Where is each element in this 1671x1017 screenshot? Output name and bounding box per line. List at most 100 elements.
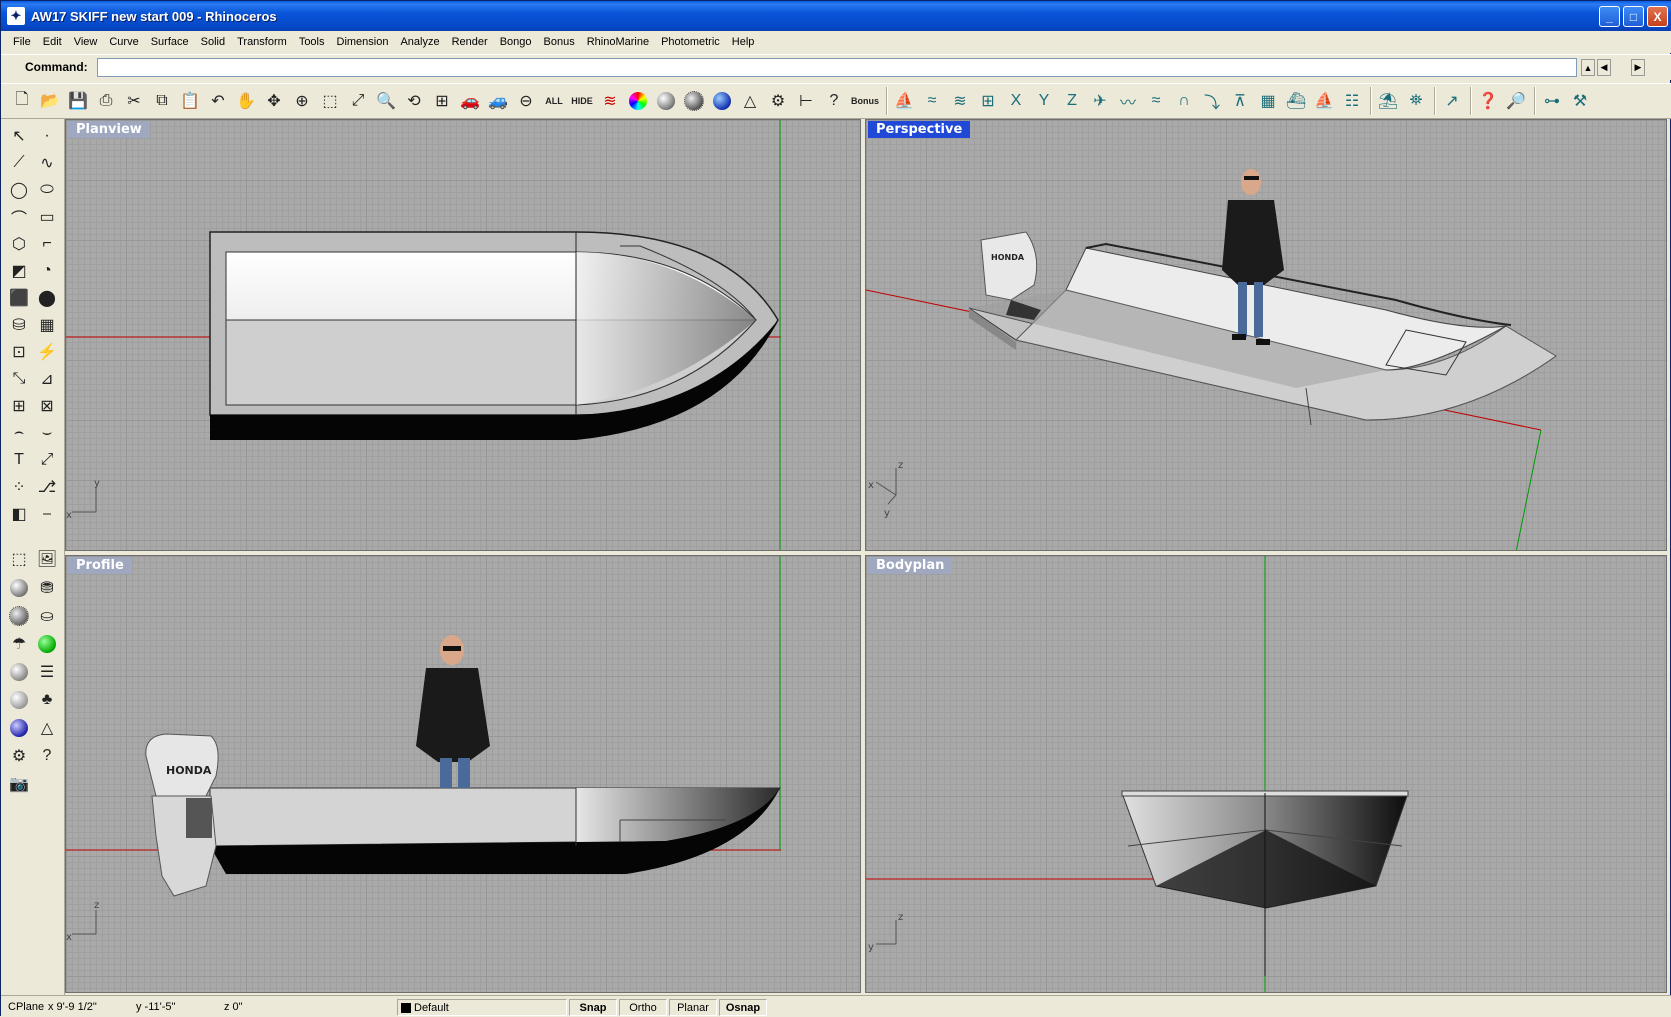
rhinomarine-stability-icon[interactable]: ⛴ [1283,88,1309,114]
fillet-icon[interactable]: ⌢ [5,420,33,446]
photometric-light-icon[interactable]: ⛱ [1375,88,1401,114]
rendered-car-icon[interactable]: 🚙 [485,88,511,114]
ground-plane-icon[interactable]: ⛀ [33,603,61,629]
transform-icon[interactable]: ⤡ [5,366,33,392]
menu-transform[interactable]: Transform [231,31,293,53]
rhinomarine-y-axis-icon[interactable]: Y [1031,88,1057,114]
menu-curve[interactable]: Curve [103,31,144,53]
help-icon[interactable]: ❓ [1475,88,1501,114]
command-input[interactable] [97,58,1577,77]
menu-edit[interactable]: Edit [37,31,68,53]
menu-rhinomarine[interactable]: RhinoMarine [581,31,655,53]
select-arrow-icon[interactable]: ↖ [5,123,33,149]
minimize-button[interactable]: _ [1599,6,1620,27]
maximize-button[interactable]: □ [1623,6,1644,27]
select-icon[interactable]: ⊖ [513,88,539,114]
move-icon[interactable]: ⊿ [33,366,61,392]
ortho-toggle[interactable]: Ortho [619,999,667,1016]
rhinomarine-waterlines-icon[interactable]: ≋ [947,88,973,114]
snap-icon[interactable]: ⤢ [33,447,61,473]
rhinomarine-arch-icon[interactable]: ∩ [1171,88,1197,114]
environment-sphere-icon[interactable] [681,88,707,114]
spotlight-icon[interactable]: ☂ [5,631,33,657]
scale-icon[interactable]: ⊞ [5,393,33,419]
zoom-selected-icon[interactable]: 🔍 [373,88,399,114]
planview-viewport[interactable]: Planview x y [65,119,861,551]
command-history-right-icon[interactable]: ▶ [1631,59,1645,76]
menu-tools[interactable]: Tools [293,31,331,53]
ruler-icon[interactable]: ⎯ [33,501,61,527]
paste-icon[interactable]: 📋 [177,88,203,114]
split-icon[interactable]: ⎇ [33,474,61,500]
zoom-extents-icon[interactable]: ⤢ [345,88,371,114]
rhino-app-icon[interactable]: ✦ [7,7,25,25]
rhinomarine-scale-icon[interactable]: ⊼ [1227,88,1253,114]
arc-icon[interactable]: ⌒ [5,204,33,230]
color-wheel-icon[interactable] [625,88,651,114]
new-file-icon[interactable]: 🗋 [9,88,35,114]
menu-dimension[interactable]: Dimension [331,31,395,53]
menu-bongo[interactable]: Bongo [494,31,538,53]
hull-profile[interactable] [209,787,781,874]
osnap-toggle[interactable]: Osnap [719,999,767,1016]
profile-title[interactable]: Profile [68,557,132,574]
undo-view-icon[interactable]: ⟲ [401,88,427,114]
shaded-car-icon[interactable]: 🚗 [457,88,483,114]
menu-file[interactable]: File [7,31,37,53]
plugin-tree-icon[interactable]: ⊶ [1539,88,1565,114]
menu-surface[interactable]: Surface [145,31,195,53]
sun-horizon-icon[interactable]: ☰ [33,659,61,685]
save-icon[interactable]: 💾 [65,88,91,114]
camera-icon[interactable]: 📷 [5,771,33,797]
command-scroll-up-icon[interactable]: ▲ [1581,59,1595,76]
rotate-view-icon[interactable]: ✥ [261,88,287,114]
profile-viewport[interactable]: Profile HONDA x z [65,555,861,993]
rhinomarine-trim-icon[interactable]: ⤵ [1199,88,1225,114]
point-icon[interactable]: · [33,123,61,149]
fillet-curve-icon[interactable]: ⌐ [33,231,61,257]
boolean-icon[interactable]: ⬤ [33,285,61,311]
layout-icon[interactable]: ◧ [5,501,33,527]
help-tip-icon[interactable]: ? [821,88,847,114]
mesh-icon[interactable]: ⛁ [5,312,33,338]
circle-icon[interactable]: ◯ [5,177,33,203]
four-viewports-icon[interactable]: ⊞ [429,88,455,114]
plugin-tools-icon[interactable]: ⚒ [1567,88,1593,114]
dimension-tool-icon[interactable]: ⊡ [5,339,33,365]
render-save-icon[interactable]: ⛃ [33,575,61,601]
hide-button[interactable]: HIDE [569,88,595,114]
directional-light-icon[interactable] [5,687,33,713]
zoom-icon[interactable]: ⊕ [289,88,315,114]
copy-icon[interactable]: ⧉ [149,88,175,114]
group-icon[interactable]: ⁘ [5,474,33,500]
array-icon[interactable]: ⊠ [33,393,61,419]
rhinomarine-z-axis-icon[interactable]: Z [1059,88,1085,114]
perspective-viewport[interactable]: Perspective HONDA x z y [865,119,1667,551]
purple-sphere-icon[interactable] [5,715,33,741]
dimension-icon[interactable]: ⊢ [793,88,819,114]
rhinomarine-hull-icon[interactable]: ⛵ [891,88,917,114]
render-image-icon[interactable]: 🖼 [33,546,61,572]
polyline-icon[interactable]: ⟋ [5,150,33,176]
bodyplan-viewport[interactable]: Bodyplan y z [865,555,1667,993]
green-sphere-icon[interactable] [33,631,61,657]
menu-view[interactable]: View [68,31,104,53]
menu-bonus[interactable]: Bonus [538,31,581,53]
render-box-icon[interactable]: ⬚ [5,546,33,572]
snap-toggle[interactable]: Snap [569,999,617,1016]
planar-toggle[interactable]: Planar [669,999,717,1016]
title-bar[interactable]: ✦ AW17 SKIFF new start 009 - Rhinoceros … [1,1,1671,31]
undo-icon[interactable]: ↶ [205,88,231,114]
chamfer-icon[interactable]: ⌣ [33,420,61,446]
environment-icon[interactable] [5,603,33,629]
rhinomarine-table-icon[interactable]: ▦ [1255,88,1281,114]
polygon-icon[interactable]: ⬡ [5,231,33,257]
bonus-button[interactable]: Bonus [849,88,881,114]
surface-edit-icon[interactable]: ◔ [33,258,61,284]
perspective-title[interactable]: Perspective [868,121,971,138]
rhinomarine-wave-icon[interactable]: 〰 [1115,88,1141,114]
render-help-icon[interactable]: ? [33,743,61,769]
graph-icon[interactable]: ↗ [1439,88,1465,114]
hull-plan[interactable] [209,231,779,440]
current-layer-pane[interactable]: Default [397,999,567,1016]
